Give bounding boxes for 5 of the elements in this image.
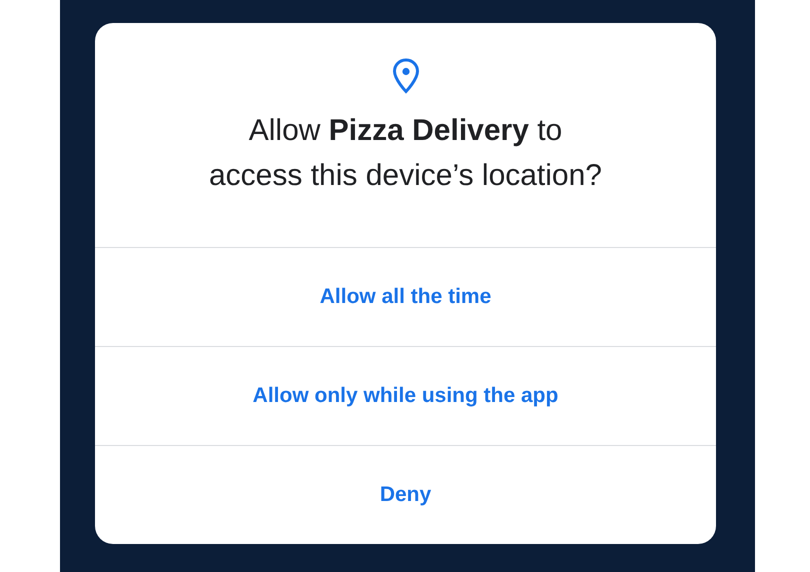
option-button[interactable]: Allow all the time [95,247,716,346]
option-button[interactable]: Deny [95,445,716,544]
location-pin-icon [392,58,420,94]
option-button[interactable]: Allow only while using the app [95,346,716,445]
dialog-title: Allow Pizza Delivery to access this device’s location? [209,113,602,194]
